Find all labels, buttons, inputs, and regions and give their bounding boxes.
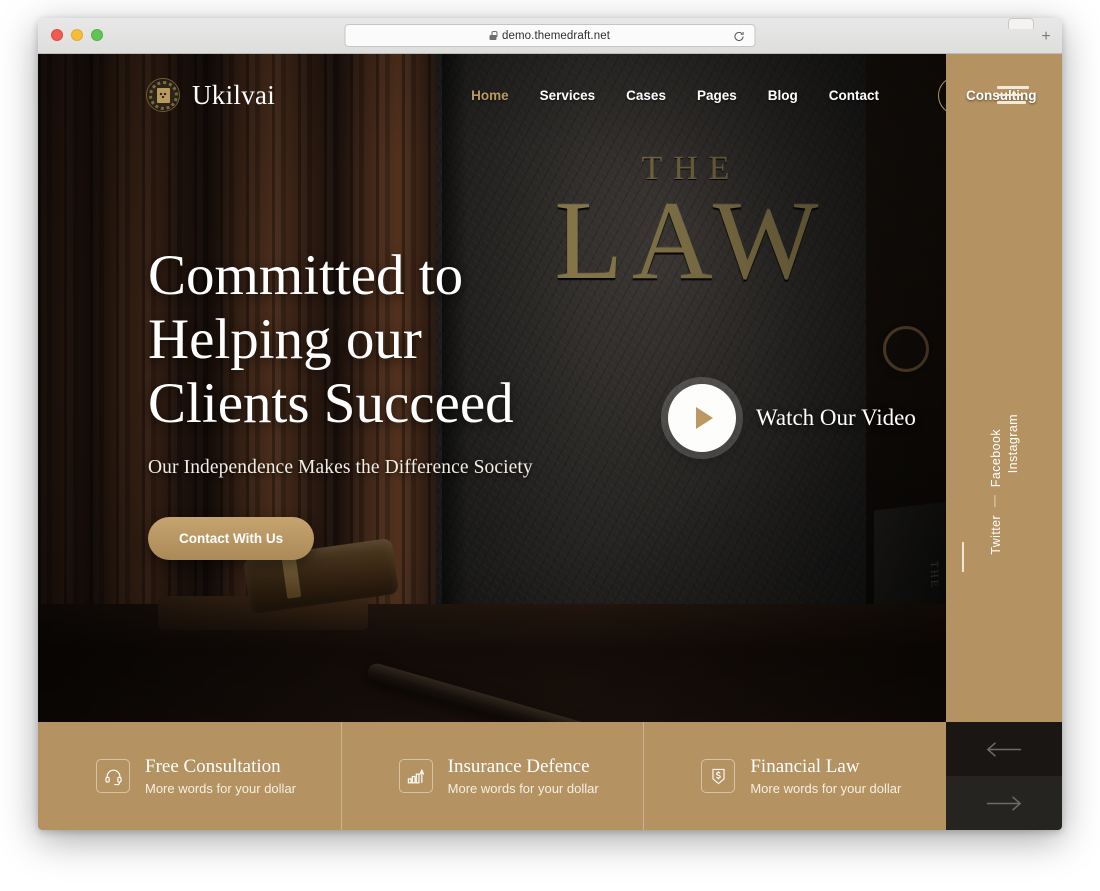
rail-tick-decoration — [962, 542, 964, 572]
watch-video-label: Watch Our Video — [756, 405, 916, 430]
dollar-shield-icon — [701, 759, 736, 793]
feature-title: Free Consultation — [145, 755, 281, 777]
growth-chart-icon — [398, 759, 433, 793]
tab-stub — [1008, 18, 1034, 29]
feature-title: Financial Law — [750, 755, 860, 777]
browser-window: demo.themedraft.net + THE THE — [38, 18, 1062, 830]
social-links: Facebook — Twitter Instagram — [946, 366, 1062, 556]
browser-titlebar: demo.themedraft.net + — [38, 18, 1062, 54]
watch-video-control[interactable]: Watch Our Video — [668, 384, 916, 452]
feature-subtitle: More words for your dollar — [750, 781, 902, 797]
arrow-right-icon[interactable] — [946, 776, 1062, 830]
url-text: demo.themedraft.net — [501, 29, 611, 42]
feature-title: Insurance Defence — [447, 755, 590, 777]
nav-item-pages[interactable]: Pages — [697, 88, 737, 103]
feature-item-free-consultation[interactable]: Free Consultation More words for your do… — [38, 722, 341, 830]
contact-with-us-button[interactable]: Contact With Us — [148, 517, 315, 561]
nav-item-home[interactable]: Home — [471, 88, 509, 103]
feature-bar: Free Consultation More words for your do… — [38, 722, 946, 830]
nav-item-blog[interactable]: Blog — [768, 88, 798, 103]
feature-subtitle: More words for your dollar — [145, 781, 296, 797]
minimize-window-button[interactable] — [71, 29, 83, 41]
hamburger-menu-icon[interactable] — [997, 86, 1029, 109]
reload-icon[interactable] — [733, 30, 746, 43]
main-navigation: Home Services Cases Pages Blog Contact C… — [471, 75, 1062, 115]
hero-headline-line-1: Committed to — [148, 244, 464, 307]
page-viewport: THE THE LAW Ukilvai Home Services — [38, 54, 1062, 830]
nav-item-contact[interactable]: Contact — [829, 88, 879, 103]
hero-subtitle: Our Independence Makes the Difference So… — [148, 457, 533, 479]
social-separator: — — [989, 495, 1003, 508]
close-window-button[interactable] — [51, 29, 63, 41]
play-icon[interactable] — [668, 384, 736, 452]
brand-name: Ukilvai — [192, 79, 276, 110]
nav-item-services[interactable]: Services — [540, 88, 596, 103]
nav-item-cases[interactable]: Cases — [626, 88, 666, 103]
hero-content: Committed to Helping our Clients Succeed… — [148, 244, 533, 561]
zoom-window-button[interactable] — [91, 29, 103, 41]
lock-icon — [489, 31, 498, 40]
social-link-facebook[interactable]: Facebook — [989, 429, 1003, 487]
feature-subtitle: More words for your dollar — [447, 781, 599, 797]
new-tab-button[interactable]: + — [1034, 26, 1058, 48]
arrow-left-icon[interactable] — [946, 722, 1062, 776]
social-link-instagram[interactable]: Instagram — [1006, 414, 1020, 473]
headset-icon — [96, 759, 130, 793]
feature-item-financial-law[interactable]: Financial Law More words for your dollar — [643, 722, 946, 830]
brand-logo[interactable]: Ukilvai — [146, 78, 275, 112]
social-rail: Facebook — Twitter Instagram — [946, 54, 1062, 722]
hero-headline: Committed to Helping our Clients Succeed — [148, 244, 533, 435]
hero-headline-line-3: Clients Succeed — [148, 371, 514, 435]
slider-controls — [946, 722, 1062, 830]
hero-headline-line-2: Helping our — [148, 307, 422, 371]
window-traffic-lights — [51, 29, 103, 41]
social-link-twitter[interactable]: Twitter — [989, 515, 1003, 555]
laurel-emblem-icon — [146, 78, 180, 112]
feature-item-insurance-defence[interactable]: Insurance Defence More words for your do… — [340, 722, 644, 830]
site-header: Ukilvai Home Services Cases Pages Blog C… — [38, 54, 1062, 136]
address-bar[interactable]: demo.themedraft.net — [344, 24, 756, 47]
